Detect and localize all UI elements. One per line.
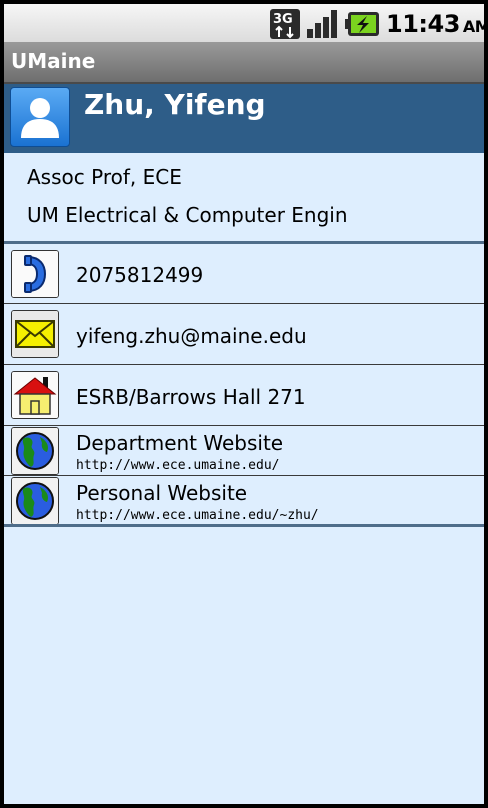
house-icon bbox=[11, 371, 59, 419]
clock: 11:43 AM bbox=[386, 10, 484, 38]
globe-icon bbox=[11, 477, 59, 525]
screen: 3G 11:43 AM UMaine Zhu, Yifeng Assoc Pro… bbox=[4, 4, 484, 804]
contact-header: Zhu, Yifeng bbox=[4, 84, 484, 153]
network-3g-icon: 3G bbox=[270, 9, 300, 39]
app-title: UMaine bbox=[11, 49, 96, 73]
contact-name: Zhu, Yifeng bbox=[84, 88, 266, 121]
personal-website-label: Personal Website bbox=[76, 481, 248, 505]
contact-info: Assoc Prof, ECE UM Electrical & Computer… bbox=[4, 153, 484, 241]
email-address: yifeng.zhu@maine.edu bbox=[76, 324, 307, 348]
clock-ampm: AM bbox=[462, 17, 484, 36]
app-title-bar: UMaine bbox=[4, 42, 484, 84]
contact-department: UM Electrical & Computer Engin bbox=[27, 203, 348, 227]
status-bar: 3G 11:43 AM bbox=[4, 4, 484, 42]
network-type-label: 3G bbox=[273, 12, 293, 27]
personal-website-url[interactable]: http://www.ece.umaine.edu/~zhu/ bbox=[76, 508, 319, 523]
department-website-url[interactable]: http://www.ece.umaine.edu/ bbox=[76, 458, 280, 473]
contact-job-title: Assoc Prof, ECE bbox=[27, 165, 182, 189]
envelope-icon bbox=[11, 310, 59, 358]
signal-strength-icon bbox=[307, 10, 337, 38]
email-row[interactable]: yifeng.zhu@maine.edu bbox=[4, 304, 484, 365]
department-website-row[interactable]: Department Website http://www.ece.umaine… bbox=[4, 426, 484, 476]
personal-website-row[interactable]: Personal Website http://www.ece.umaine.e… bbox=[4, 476, 484, 526]
phone-icon bbox=[11, 250, 59, 298]
divider bbox=[4, 524, 484, 527]
globe-icon bbox=[11, 427, 59, 475]
battery-charging-icon bbox=[345, 12, 379, 36]
phone-row[interactable]: 2075812499 bbox=[4, 244, 484, 304]
phone-number: 2075812499 bbox=[76, 263, 204, 287]
office-row[interactable]: ESRB/Barrows Hall 271 bbox=[4, 365, 484, 426]
office-location: ESRB/Barrows Hall 271 bbox=[76, 385, 306, 409]
device-frame: 3G 11:43 AM UMaine Zhu, Yifeng Assoc Pro… bbox=[0, 0, 488, 808]
department-website-label: Department Website bbox=[76, 431, 284, 455]
person-avatar-icon bbox=[10, 87, 70, 147]
clock-time: 11:43 bbox=[386, 10, 460, 38]
